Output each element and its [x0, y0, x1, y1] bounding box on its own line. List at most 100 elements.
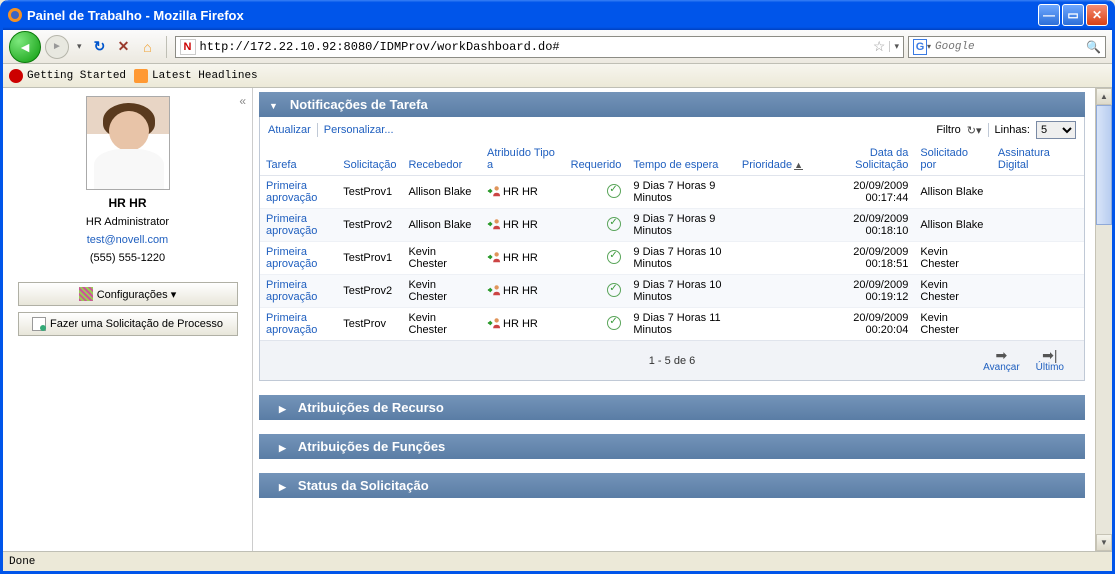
cell-recipient: Allison Blake [402, 176, 481, 209]
task-link[interactable]: Primeira aprovação [260, 242, 337, 275]
reload-button[interactable]: ↻ [90, 37, 110, 57]
resources-title: Atribuições de Recurso [298, 400, 444, 415]
cell-priority [736, 275, 809, 308]
cell-assigned: HR HR [481, 209, 565, 242]
cell-priority [736, 242, 809, 275]
expand-icon [279, 478, 292, 493]
bookmark-latest-headlines[interactable]: Latest Headlines [134, 69, 258, 83]
google-engine-icon[interactable]: G [913, 39, 927, 55]
resources-panel-header[interactable]: Atribuições de Recurso [259, 395, 1085, 420]
user-role: HR Administrator [86, 216, 169, 228]
home-button[interactable]: ⌂ [138, 37, 158, 57]
col-assigned[interactable]: Atribuído Tipo a [481, 143, 565, 176]
cell-wait: 9 Dias 7 Horas 9 Minutos [627, 209, 736, 242]
search-icon[interactable]: 🔍 [1086, 40, 1101, 54]
request-icon [32, 317, 46, 331]
roles-title: Atribuições de Funções [298, 439, 445, 454]
site-favicon: N [180, 39, 196, 55]
bookmark-getting-started[interactable]: Getting Started [9, 69, 126, 83]
close-button[interactable]: ✕ [1086, 4, 1108, 26]
stop-button[interactable]: ✕ [114, 37, 134, 57]
roles-panel-header[interactable]: Atribuições de Funções [259, 434, 1085, 459]
col-priority[interactable]: Prioridade ▲ [736, 143, 809, 176]
cell-recipient: Kevin Chester [402, 275, 481, 308]
process-request-button[interactable]: Fazer uma Solicitação de Processo [18, 312, 238, 336]
request-status-panel-header[interactable]: Status da Solicitação [259, 473, 1085, 498]
scroll-down-button[interactable]: ▼ [1096, 534, 1112, 551]
cell-requester: Allison Blake [914, 209, 992, 242]
col-task[interactable]: Tarefa [260, 143, 337, 176]
cell-required [565, 275, 628, 308]
cell-signature [992, 275, 1084, 308]
table-row: Primeira aprovaçãoTestProv1Kevin Chester… [260, 242, 1084, 275]
request-status-title: Status da Solicitação [298, 478, 429, 493]
url-history-dropdown[interactable]: ▾ [889, 41, 899, 52]
statusbar: Done [3, 551, 1112, 571]
sort-asc-icon: ▲ [794, 160, 803, 170]
history-dropdown[interactable]: ▾ [73, 41, 86, 52]
minimize-button[interactable]: — [1038, 4, 1060, 26]
cell-date: 20/09/2009 00:18:51 [809, 242, 914, 275]
url-bar[interactable]: N ☆ ▾ [175, 36, 904, 58]
scroll-track[interactable] [1096, 225, 1112, 534]
rss-icon [134, 69, 148, 83]
pager: 1 - 5 de 6 ➡ Avançar ➡| Último [260, 340, 1084, 380]
assigned-user-icon [487, 316, 501, 333]
tasks-panel-header[interactable]: Notificações de Tarefa [259, 92, 1085, 117]
col-required[interactable]: Requerido [565, 143, 628, 176]
pager-last[interactable]: ➡| Último [1036, 348, 1064, 373]
col-request[interactable]: Solicitação [337, 143, 402, 176]
col-requester[interactable]: Solicitado por [914, 143, 992, 176]
col-signature[interactable]: Assinatura Digital [992, 143, 1084, 176]
expand-icon [279, 439, 292, 454]
url-input[interactable] [200, 40, 869, 54]
cell-recipient: Allison Blake [402, 209, 481, 242]
settings-icon [79, 287, 93, 301]
task-link[interactable]: Primeira aprovação [260, 209, 337, 242]
task-link[interactable]: Primeira aprovação [260, 308, 337, 341]
table-row: Primeira aprovaçãoTestProv1Allison Blake… [260, 176, 1084, 209]
request-label: Fazer uma Solicitação de Processo [50, 318, 223, 330]
tasks-table: Tarefa Solicitação Recebedor Atribuído T… [260, 143, 1084, 340]
back-button[interactable] [9, 31, 41, 63]
task-link[interactable]: Primeira aprovação [260, 176, 337, 209]
cell-assigned: HR HR [481, 275, 565, 308]
col-date[interactable]: Data da Solicitação [809, 143, 914, 176]
scroll-thumb[interactable] [1096, 105, 1112, 225]
table-row: Primeira aprovaçãoTestProv2Kevin Chester… [260, 275, 1084, 308]
customize-link[interactable]: Personalizar... [324, 124, 394, 136]
tasks-panel-title: Notificações de Tarefa [290, 97, 428, 112]
cell-wait: 9 Dias 7 Horas 10 Minutos [627, 275, 736, 308]
col-wait[interactable]: Tempo de espera [627, 143, 736, 176]
col-recipient[interactable]: Recebedor [402, 143, 481, 176]
search-bar[interactable]: G▾ 🔍 [908, 36, 1106, 58]
arrow-last-icon: ➡| [1042, 348, 1057, 362]
settings-button[interactable]: Configurações ▾ [18, 282, 238, 306]
filter-icon[interactable]: ↻▾ [967, 124, 982, 137]
cell-signature [992, 176, 1084, 209]
task-link[interactable]: Primeira aprovação [260, 275, 337, 308]
search-input[interactable] [935, 41, 1082, 53]
cell-date: 20/09/2009 00:19:12 [809, 275, 914, 308]
content-area: « HR HR HR Administrator test@novell.com… [3, 88, 1112, 551]
scroll-up-button[interactable]: ▲ [1096, 88, 1112, 105]
cell-wait: 9 Dias 7 Horas 10 Minutos [627, 242, 736, 275]
filter-label: Filtro [936, 124, 960, 136]
vertical-scrollbar[interactable]: ▲ ▼ [1095, 88, 1112, 551]
cell-required [565, 242, 628, 275]
cell-priority [736, 308, 809, 341]
pager-next[interactable]: ➡ Avançar [983, 348, 1020, 373]
bookmark-star-icon[interactable]: ☆ [873, 38, 886, 55]
refresh-link[interactable]: Atualizar [268, 124, 311, 136]
bookmarks-toolbar: Getting Started Latest Headlines [3, 64, 1112, 88]
rows-select[interactable]: 5 [1036, 121, 1076, 139]
cell-date: 20/09/2009 00:17:44 [809, 176, 914, 209]
expand-icon [279, 400, 292, 415]
cell-assigned: HR HR [481, 242, 565, 275]
collapse-sidebar-icon[interactable]: « [239, 94, 246, 108]
assigned-user-icon [487, 283, 501, 300]
maximize-button[interactable]: ▭ [1062, 4, 1084, 26]
browser-window: Painel de Trabalho - Mozilla Firefox — ▭… [0, 0, 1115, 574]
user-email[interactable]: test@novell.com [87, 234, 168, 246]
titlebar[interactable]: Painel de Trabalho - Mozilla Firefox — ▭… [3, 0, 1112, 30]
